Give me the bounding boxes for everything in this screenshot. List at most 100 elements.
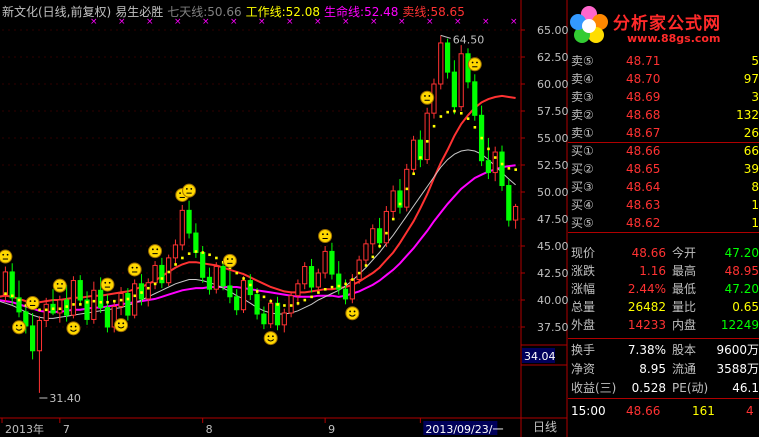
stat-value: 14233 xyxy=(627,318,666,332)
gongzuo-dot xyxy=(269,299,273,303)
gongzuo-dot xyxy=(38,308,41,312)
gongzuo-dot xyxy=(235,271,239,275)
neutral-face-icon xyxy=(420,90,435,105)
gongzuo-dot xyxy=(79,303,82,306)
orderbook-row[interactable]: 卖④ 48.70 97 xyxy=(568,70,759,88)
stat-label: 总量 xyxy=(571,300,596,314)
orderbook-label: 卖⑤ xyxy=(571,54,594,68)
y-axis-labels: 65.00 62.50 60.00 57.50 55.00 52.50 50.00 47.50… xyxy=(521,24,569,334)
gongzuo-dot xyxy=(283,304,286,307)
cursor-value: 34.04 xyxy=(524,350,556,363)
gongzuo-dot xyxy=(398,202,402,206)
orderbook-row[interactable]: 卖① 48.67 26 xyxy=(568,124,759,142)
stat-row: 外盘 14233 内盘 12249 xyxy=(568,316,759,334)
candle-down xyxy=(485,160,491,174)
orderbook-label: 卖③ xyxy=(571,90,594,104)
orderbook-row[interactable]: 买⑤ 48.62 1 xyxy=(568,214,759,232)
gongzuo-dot xyxy=(514,168,517,171)
orderbook-row[interactable]: 买④ 48.63 1 xyxy=(568,196,759,214)
tick-price: 48.66 xyxy=(626,404,661,418)
y-tick-label: 65.00 xyxy=(537,24,569,37)
orderbook-volume: 5 xyxy=(751,54,759,68)
gongzuo-dot xyxy=(45,308,48,312)
gongzuo-dot xyxy=(507,167,511,170)
stat-label: 量比 xyxy=(672,300,697,314)
orderbook-price: 48.69 xyxy=(626,90,661,104)
high-label: 64.50 xyxy=(453,33,485,46)
separator xyxy=(568,338,759,339)
gongzuo-dot xyxy=(126,297,130,301)
stat-row: 涨跌 1.16 最高 48.95 xyxy=(568,262,759,280)
orderbook-row[interactable]: 卖② 48.68 132 xyxy=(568,106,759,124)
orderbook-row[interactable]: 买① 48.66 66 xyxy=(568,142,759,160)
smile-face-icon xyxy=(345,306,360,321)
separator xyxy=(568,232,759,233)
neutral-face-icon xyxy=(100,277,115,292)
stat-value: 12249 xyxy=(720,318,759,332)
stat-value: 26482 xyxy=(627,300,666,314)
y-tick-label: 52.50 xyxy=(537,159,569,172)
finance-label: 净资 xyxy=(571,362,596,376)
chart-header: 新文化(日线,前复权) 易生必胜 七天线:50.66 工作线:52.08 生命线:52.… xyxy=(2,3,469,20)
candle-up xyxy=(383,210,389,244)
indicator-lines xyxy=(0,94,516,319)
candle-up xyxy=(438,42,444,85)
orderbook-row[interactable]: 买② 48.65 39 xyxy=(568,160,759,178)
tab-daily[interactable]: 日线 xyxy=(533,420,557,434)
candle-down xyxy=(9,271,15,299)
finance-row: 收益(三) 0.528 PE(动) 46.1 xyxy=(568,379,759,397)
candle-down xyxy=(193,232,199,253)
gongzuo-dot xyxy=(160,277,164,280)
high-pointer xyxy=(440,34,451,39)
gongzuo-dot xyxy=(58,307,62,311)
stat-label: 今开 xyxy=(672,246,697,260)
neutral-face-icon xyxy=(467,57,482,72)
orderbook-row[interactable]: 买③ 48.64 8 xyxy=(568,178,759,196)
x-tick-label: 7 xyxy=(63,423,70,436)
gongzuo-dot xyxy=(432,124,436,128)
candle-down xyxy=(308,266,315,288)
stat-value: 1.16 xyxy=(639,264,666,278)
candle-up xyxy=(2,271,9,296)
orderbook-row[interactable]: 卖⑤ 48.71 5 xyxy=(568,52,759,70)
candle-up xyxy=(295,283,301,297)
orderbook-volume: 66 xyxy=(743,144,759,158)
neutral-face-icon xyxy=(127,262,142,277)
gongzuo-dot xyxy=(296,302,300,305)
finance-row: 净资 8.95 流通 3588万 xyxy=(568,360,759,378)
orderbook-price: 48.70 xyxy=(626,72,661,86)
orderbook-price: 48.64 xyxy=(626,180,661,194)
gongzuo-dot xyxy=(378,244,381,248)
x-marker-icon: × xyxy=(510,17,518,27)
finance-value: 3588万 xyxy=(716,362,759,376)
candle-up xyxy=(268,302,274,325)
orderbook-volume: 3 xyxy=(751,90,759,104)
line-maixian xyxy=(0,94,516,304)
gongzuo-dot xyxy=(323,288,327,291)
stat-value: 0.65 xyxy=(732,300,759,314)
candle-down xyxy=(261,313,267,325)
gongzuo-dot xyxy=(466,117,470,120)
gongzuo-dot xyxy=(357,271,361,275)
neutral-face-icon xyxy=(222,253,237,268)
orderbook-row[interactable]: 卖③ 48.69 3 xyxy=(568,88,759,106)
candle-up xyxy=(512,205,519,221)
orderbook-volume: 39 xyxy=(743,162,759,176)
neutral-face-icon xyxy=(148,244,163,259)
orderbook-label: 卖① xyxy=(571,126,594,140)
gongzuo-dot xyxy=(113,299,116,303)
gongzuo-dot xyxy=(303,298,307,302)
candle-down xyxy=(227,285,233,298)
tick-time: 15:00 xyxy=(571,404,606,418)
gongzuo-dot xyxy=(11,294,14,298)
gongzuo-dot xyxy=(65,305,69,308)
stat-value: 2.44% xyxy=(627,282,666,296)
orderbook-price: 48.67 xyxy=(626,126,661,140)
y-tick-label: 60.00 xyxy=(537,78,569,91)
gongzuo-dot xyxy=(330,285,334,289)
stat-label: 最低 xyxy=(672,282,697,296)
candle-up xyxy=(43,303,49,322)
separator xyxy=(568,398,759,399)
orderbook-volume: 132 xyxy=(736,108,759,122)
maixian-value: 58.65 xyxy=(430,5,465,19)
